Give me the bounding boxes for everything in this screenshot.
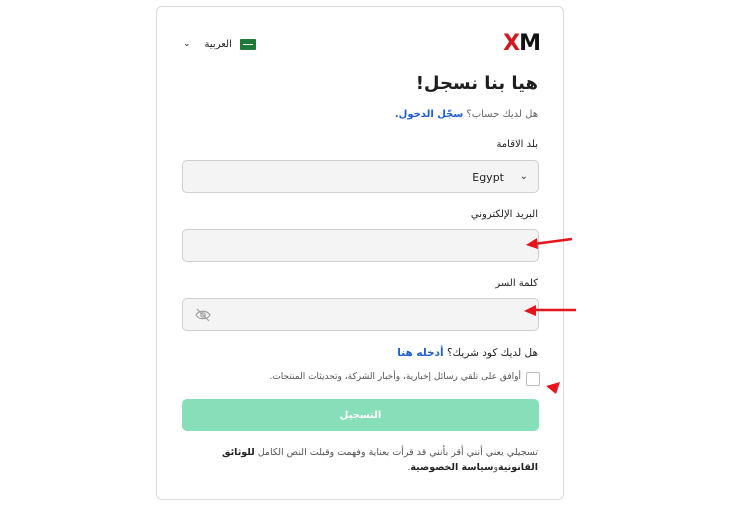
residence-value: Egypt [472, 171, 504, 184]
residence-select[interactable]: Egypt ⌄ [182, 160, 539, 193]
password-field[interactable] [182, 298, 539, 331]
annotation-arrow-consent [546, 382, 560, 394]
xm-logo[interactable]: XM [488, 31, 541, 56]
login-prompt: هل لديك حساب؟ سجّل الدخول. [394, 109, 538, 120]
consent-text: أوافق على تلقي رسائل إخبارية، وأخبار الش… [269, 372, 521, 382]
eye-off-icon[interactable] [195, 308, 211, 322]
annotation-arrow-email [526, 237, 573, 249]
privacy-policy-link[interactable]: سياسة الخصوصية [410, 462, 493, 473]
email-field[interactable] [182, 229, 539, 262]
login-link[interactable]: سجّل الدخول. [395, 109, 463, 120]
residence-label: بلد الاقامة [496, 139, 538, 150]
chevron-down-icon: ⌄ [183, 39, 191, 49]
saudi-flag-icon [239, 38, 256, 50]
page-title: هيا بنا نسجل! [415, 73, 538, 94]
password-label: كلمة السر [495, 278, 538, 289]
chevron-down-icon: ⌄ [519, 171, 528, 182]
partner-code-prompt: هل لديك كود شريك؟ أدخله هنا [397, 347, 538, 359]
consent-checkbox[interactable] [526, 372, 540, 386]
register-button[interactable]: التسجيل [182, 399, 539, 431]
language-label: العربية [204, 38, 232, 50]
legal-disclaimer: تسجيلي يعني أنني أقر بأنني قد قرأت بعناي… [222, 447, 538, 473]
email-label: البريد الإلكتروني [470, 209, 538, 220]
language-selector[interactable]: ⌄ العربية [183, 37, 256, 51]
partner-code-link[interactable]: أدخله هنا [397, 347, 443, 359]
annotation-arrow-password [524, 305, 576, 316]
